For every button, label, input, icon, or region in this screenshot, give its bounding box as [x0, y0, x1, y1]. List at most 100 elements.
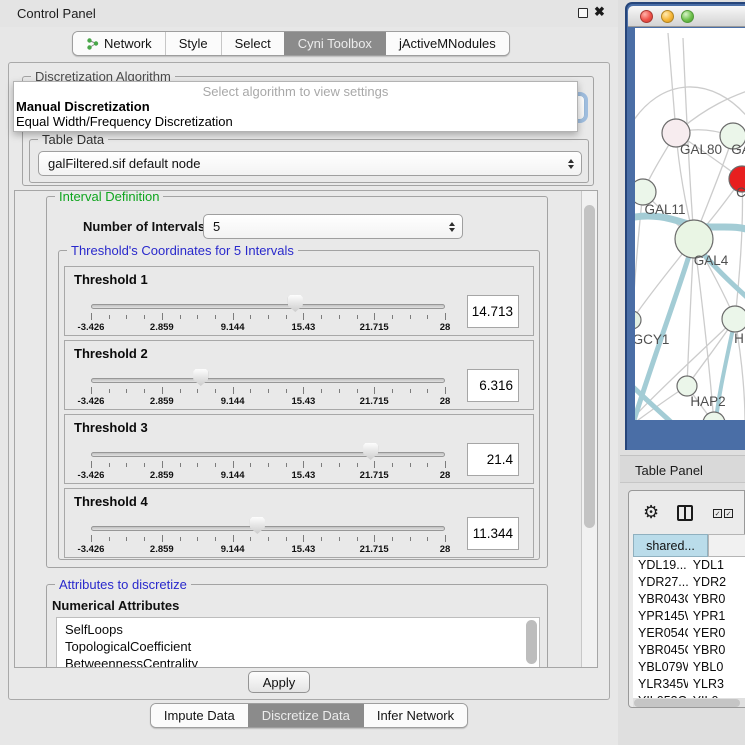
tick-mark	[445, 313, 446, 320]
network-canvas[interactable]: GAL80GACGAL11GAL4GCY1HHAP2	[635, 28, 745, 420]
network-node-hap2[interactable]	[677, 376, 697, 396]
tab-network[interactable]: Network	[73, 32, 165, 55]
table-cell[interactable]: YER054C	[633, 625, 688, 642]
table-cell[interactable]: YDL1	[688, 557, 745, 574]
close-traffic-light-icon[interactable]	[640, 10, 653, 23]
tick-mark	[215, 463, 216, 467]
table-cell[interactable]: YLR3	[688, 676, 745, 693]
screen: Control Panel ✖ NetworkStyleSelectCyni T…	[0, 0, 745, 745]
tick-mark	[215, 537, 216, 541]
table-cell[interactable]: YDL19...	[633, 557, 688, 574]
threshold-label: Threshold 4	[74, 494, 148, 509]
num-intervals-combo[interactable]: 5	[203, 214, 463, 239]
gear-icon[interactable]: ⚙	[643, 502, 659, 523]
tab-jactivemnodules[interactable]: jActiveMNodules	[385, 32, 509, 55]
network-node-h[interactable]	[722, 306, 745, 332]
slider-track[interactable]	[91, 378, 445, 383]
table-cell[interactable]: YBL079W	[633, 659, 688, 676]
network-window-titlebar[interactable]	[628, 6, 745, 27]
table-cell[interactable]: YPR1	[688, 608, 745, 625]
tab-select[interactable]: Select	[221, 32, 284, 55]
tick-mark	[339, 537, 340, 541]
slider-thumb[interactable]	[193, 369, 208, 386]
slider-thumb[interactable]	[288, 295, 303, 312]
table-h-scrollbar[interactable]	[633, 698, 745, 707]
table-cell[interactable]: YPR145W	[633, 608, 688, 625]
tab-impute-data[interactable]: Impute Data	[151, 704, 248, 727]
table-cell[interactable]: YDR27...	[633, 574, 688, 591]
column-header[interactable]: shared...	[633, 534, 708, 557]
table-cell[interactable]: YBR0	[688, 642, 745, 659]
table-row[interactable]: YLR345WYLR3	[633, 676, 745, 693]
table-row[interactable]: YER054CYER0	[633, 625, 745, 642]
network-edge	[668, 33, 676, 133]
tick-label: 21.715	[360, 470, 389, 481]
table-row[interactable]: YBL079WYBL0	[633, 659, 745, 676]
network-node-gcy1[interactable]	[635, 311, 641, 329]
column-header[interactable]: n	[708, 534, 745, 557]
table-cell[interactable]: YBR0	[688, 591, 745, 608]
tab-cyni-toolbox[interactable]: Cyni Toolbox	[284, 32, 385, 55]
table-cell[interactable]: YBR045C	[633, 642, 688, 659]
algorithm-option-equal-width-frequency-discretization[interactable]: Equal Width/Frequency Discretization	[14, 114, 577, 129]
panel-scrollbar-thumb[interactable]	[584, 205, 595, 528]
tick-mark	[268, 315, 269, 319]
algorithm-option-manual-discretization[interactable]: Manual Discretization	[14, 99, 577, 114]
tick-mark	[427, 537, 428, 541]
slider-track[interactable]	[91, 304, 445, 309]
minimize-traffic-light-icon[interactable]	[661, 10, 674, 23]
tick-mark	[109, 389, 110, 393]
slider-track[interactable]	[91, 452, 445, 457]
slider-thumb[interactable]	[250, 517, 265, 534]
network-edge	[635, 87, 745, 126]
table-cell[interactable]: YLR345W	[633, 676, 688, 693]
attributes-list[interactable]: SelfLoopsTopologicalCoefficientBetweenne…	[56, 617, 540, 668]
slider-thumb[interactable]	[363, 443, 378, 460]
list-item-selfloops[interactable]: SelfLoops	[65, 621, 539, 638]
checkbox-icon[interactable]	[724, 509, 733, 518]
tick-mark	[197, 537, 198, 541]
list-item-topologicalcoefficient[interactable]: TopologicalCoefficient	[65, 638, 539, 655]
table-h-scrollbar-thumb[interactable]	[634, 699, 740, 707]
threshold-value-input[interactable]: 21.4	[467, 443, 519, 476]
table-data-combo[interactable]: galFiltered.sif default node	[38, 151, 582, 176]
tick-mark	[126, 463, 127, 467]
float-window-icon[interactable]	[578, 8, 588, 18]
tab-discretize-data[interactable]: Discretize Data	[248, 704, 363, 727]
close-icon[interactable]: ✖	[594, 4, 605, 20]
table-row[interactable]: YDL19...YDL1	[633, 557, 745, 574]
tick-mark	[197, 389, 198, 393]
table-row[interactable]: YDR27...YDR2	[633, 574, 745, 591]
tab-style[interactable]: Style	[165, 32, 221, 55]
table-row[interactable]: YBR043CYBR0	[633, 591, 745, 608]
list-item-betweennesscentrality[interactable]: BetweennessCentrality	[65, 655, 539, 668]
checkbox-icon[interactable]	[713, 509, 722, 518]
tab-infer-network[interactable]: Infer Network	[363, 704, 467, 727]
group-title: Attributes to discretize	[55, 577, 191, 592]
apply-button[interactable]: Apply	[248, 671, 310, 693]
table-panel: ⚙ shared...n YDL19...YDL1YDR27...YDR2YBR…	[628, 490, 745, 708]
tick-mark	[410, 463, 411, 467]
slider-track[interactable]	[91, 526, 445, 531]
table-cell[interactable]: YBL0	[688, 659, 745, 676]
list-scrollbar-thumb[interactable]	[526, 620, 537, 664]
threshold-value-input[interactable]: 14.713	[467, 295, 519, 328]
table-cell[interactable]: YER0	[688, 625, 745, 642]
node-label: GCY1	[635, 332, 669, 347]
columns-icon[interactable]	[677, 505, 693, 521]
tick-mark	[392, 315, 393, 319]
tick-label: 15.43	[292, 544, 316, 555]
tick-mark	[162, 461, 163, 468]
table-cell[interactable]: YBR043C	[633, 591, 688, 608]
list-scrollbar[interactable]	[526, 620, 537, 668]
threshold-value-input[interactable]: 6.316	[467, 369, 519, 402]
zoom-traffic-light-icon[interactable]	[681, 10, 694, 23]
tick-mark	[197, 463, 198, 467]
table-row[interactable]: YPR145WYPR1	[633, 608, 745, 625]
table-cell[interactable]: YDR2	[688, 574, 745, 591]
panel-scrollbar[interactable]	[581, 191, 597, 667]
table-row[interactable]: YBR045CYBR0	[633, 642, 745, 659]
tick-mark	[162, 313, 163, 320]
tick-label: -3.426	[78, 470, 105, 481]
threshold-value-input[interactable]: 11.344	[467, 517, 519, 550]
